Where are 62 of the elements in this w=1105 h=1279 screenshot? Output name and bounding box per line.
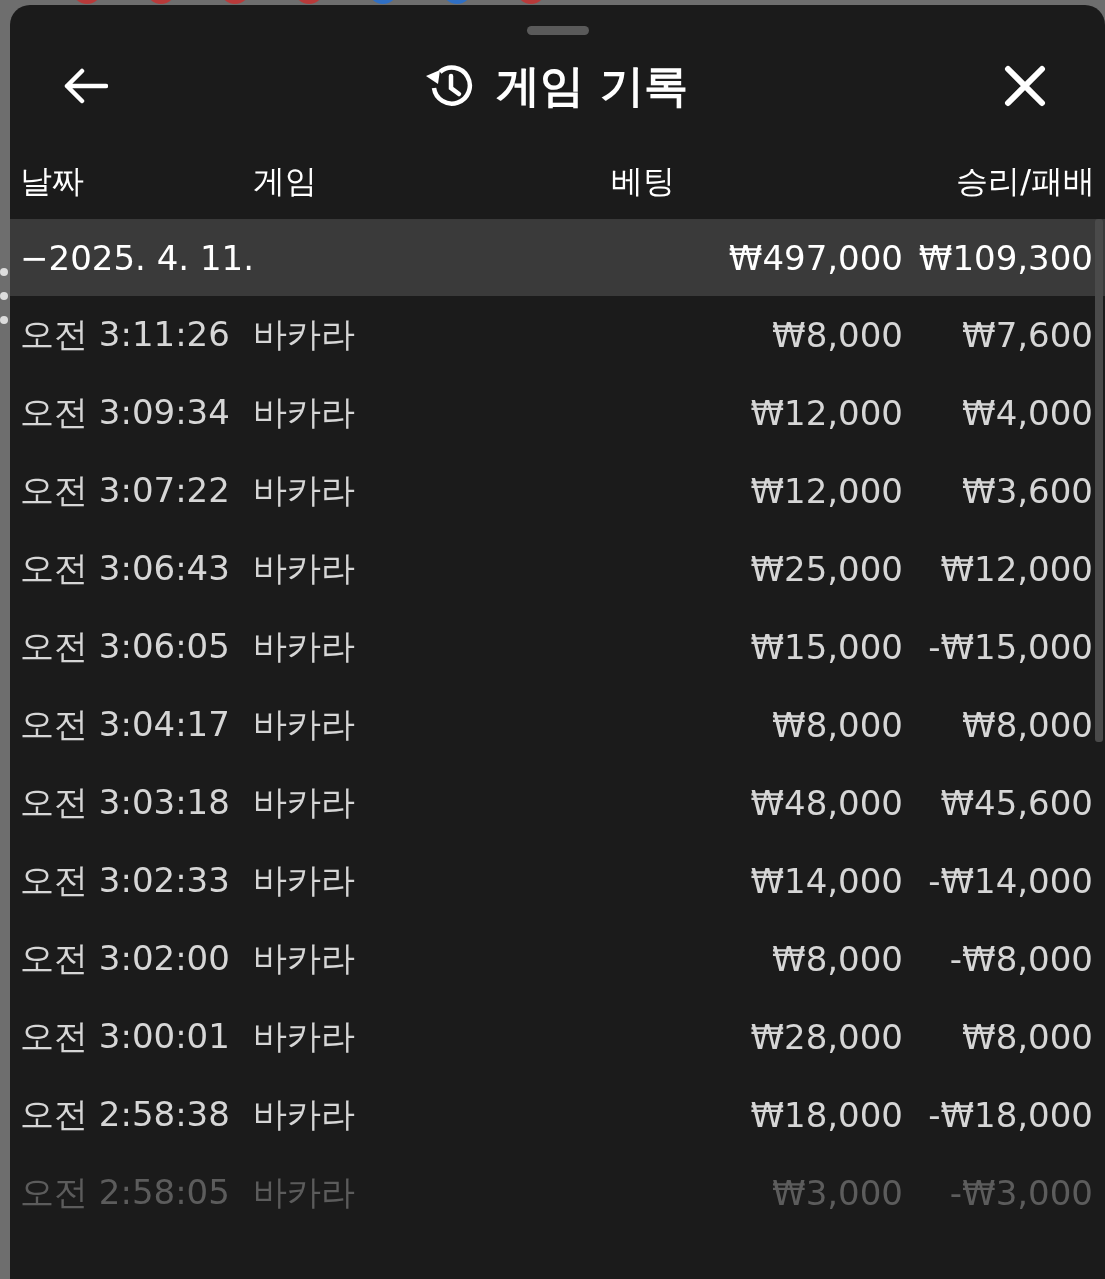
bet-cell-text: ₩14,000 bbox=[749, 861, 903, 901]
date-group-row[interactable]: −2025. 4. 11. ₩497,000 ₩109,300 bbox=[10, 219, 1105, 296]
result-cell-text: ₩8,000 bbox=[961, 1017, 1093, 1057]
game-cell-text: 바카라 bbox=[253, 547, 356, 590]
column-header: 베팅 bbox=[610, 161, 676, 202]
game-cell-text: 바카라 bbox=[253, 625, 356, 668]
time-cell-text: 오전 3:06:05 bbox=[20, 625, 231, 668]
bet-cell-text: ₩8,000 bbox=[771, 705, 903, 745]
time-cell-text: 오전 3:06:43 bbox=[20, 547, 231, 590]
game-cell-text: 바카라 bbox=[253, 1015, 356, 1058]
column-header: 날짜 bbox=[20, 161, 85, 202]
game-cell-text: 바카라 bbox=[253, 313, 356, 356]
bet-cell-text: ₩18,000 bbox=[749, 1095, 903, 1135]
bet-cell-text: ₩48,000 bbox=[749, 783, 903, 823]
time-cell-text: 오전 3:11:26 bbox=[20, 313, 231, 356]
column-header: 게임 bbox=[253, 161, 318, 202]
result-cell-text: -₩14,000 bbox=[927, 861, 1093, 901]
result-cell-text: -₩15,000 bbox=[927, 627, 1093, 667]
result-cell-text: ₩45,600 bbox=[939, 783, 1093, 823]
game-cell-text: 바카라 bbox=[253, 469, 356, 512]
column-header: 승리/패배 bbox=[955, 161, 1095, 202]
game-cell-text: 바카라 bbox=[253, 1171, 356, 1214]
bet-cell-text: ₩3,000 bbox=[771, 1173, 903, 1213]
result-cell-text: ₩8,000 bbox=[961, 705, 1093, 745]
result-cell-text: -₩8,000 bbox=[948, 939, 1093, 979]
sheet-title: 게임 기록 bbox=[496, 58, 688, 113]
game-cell-text: 바카라 bbox=[253, 781, 356, 824]
bet-cell-text: ₩25,000 bbox=[749, 549, 903, 589]
time-cell-text: 오전 3:03:18 bbox=[20, 781, 231, 824]
group-date: −2025. 4. 11. bbox=[20, 237, 255, 278]
game-cell-text: 바카라 bbox=[253, 391, 356, 434]
result-cell-text: ₩7,600 bbox=[961, 315, 1093, 355]
close-icon bbox=[1004, 65, 1046, 107]
time-cell-text: 오전 3:09:34 bbox=[20, 391, 231, 434]
bet-cell-text: ₩15,000 bbox=[749, 627, 903, 667]
result-cell-text: ₩4,000 bbox=[961, 393, 1093, 433]
time-cell-text: 오전 2:58:38 bbox=[20, 1093, 231, 1136]
result-cell-text: ₩3,600 bbox=[961, 471, 1093, 511]
game-cell-text: 바카라 bbox=[253, 703, 356, 746]
game-cell-text: 바카라 bbox=[253, 859, 356, 902]
time-cell-text: 오전 3:04:17 bbox=[20, 703, 231, 746]
bet-cell-text: ₩12,000 bbox=[749, 471, 903, 511]
bet-cell-text: ₩28,000 bbox=[749, 1017, 903, 1057]
group-result-total: ₩109,300 bbox=[917, 237, 1093, 278]
group-bet-total: ₩497,000 bbox=[727, 237, 903, 278]
collapse-toggle[interactable]: − bbox=[20, 237, 49, 278]
drag-dots-icon bbox=[0, 268, 8, 324]
time-cell-text: 오전 3:07:22 bbox=[20, 469, 231, 512]
bet-cell-text: ₩8,000 bbox=[771, 939, 903, 979]
time-cell-text: 오전 3:02:00 bbox=[20, 937, 231, 980]
bet-cell-text: ₩12,000 bbox=[749, 393, 903, 433]
result-cell-text: -₩3,000 bbox=[948, 1173, 1093, 1213]
result-cell-text: ₩12,000 bbox=[939, 549, 1093, 589]
time-cell-text: 오전 2:58:05 bbox=[20, 1171, 231, 1214]
back-arrow-icon bbox=[62, 68, 108, 104]
drag-handle[interactable] bbox=[526, 26, 589, 35]
game-cell-text: 바카라 bbox=[253, 937, 356, 980]
bet-cell-text: ₩8,000 bbox=[771, 315, 903, 355]
time-cell-text: 오전 3:00:01 bbox=[20, 1015, 231, 1058]
time-cell-text: 오전 3:02:33 bbox=[20, 859, 231, 902]
game-cell-text: 바카라 bbox=[253, 1093, 356, 1136]
result-cell-text: -₩18,000 bbox=[927, 1095, 1093, 1135]
